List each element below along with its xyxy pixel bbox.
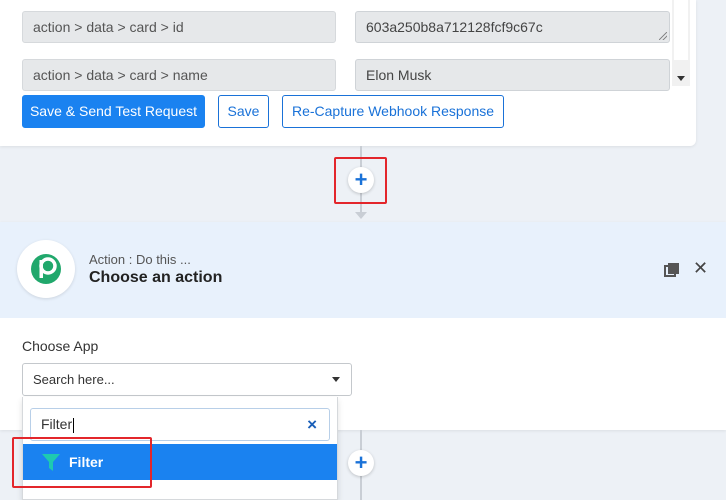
scrollbar[interactable] <box>672 0 690 86</box>
mapping-key: action > data > card > id <box>22 11 336 43</box>
dropdown-search-value: Filter <box>41 416 73 432</box>
highlight-box <box>334 157 387 204</box>
resize-handle-icon[interactable] <box>659 32 667 40</box>
mapping-value: Elon Musk <box>366 67 432 83</box>
action-header: Action : Do this ... Choose an action ✕ <box>0 222 726 318</box>
scroll-down-arrow-icon[interactable] <box>677 76 685 81</box>
clear-icon[interactable]: × <box>307 409 317 440</box>
text-cursor <box>73 417 75 433</box>
copy-icon[interactable] <box>664 262 680 278</box>
scrollbar-thumb[interactable] <box>674 0 688 60</box>
choose-app-label: Choose App <box>22 338 99 354</box>
add-step-plus-icon[interactable]: + <box>348 450 374 476</box>
highlight-box <box>12 437 152 488</box>
mapping-row: action > data > card > name Elon Musk <box>22 59 670 91</box>
mapping-value-field[interactable]: 603a250b8a712128fcf9c67c <box>355 11 670 43</box>
mapping-key: action > data > card > name <box>22 59 336 91</box>
pabbly-logo-icon <box>31 254 61 284</box>
chevron-down-icon <box>332 377 340 382</box>
recapture-webhook-button[interactable]: Re-Capture Webhook Response <box>282 95 504 128</box>
action-subtitle: Action : Do this ... <box>89 252 191 267</box>
close-icon[interactable]: ✕ <box>693 259 708 277</box>
app-logo <box>17 240 75 298</box>
action-title: Choose an action <box>89 269 223 286</box>
mapping-row: action > data > card > id 603a250b8a7121… <box>22 11 670 43</box>
save-send-test-button[interactable]: Save & Send Test Request <box>22 95 205 128</box>
mapping-value-field[interactable]: Elon Musk <box>355 59 670 91</box>
webhook-response-card: action > data > card > id 603a250b8a7121… <box>0 0 696 146</box>
choose-app-select[interactable]: Search here... <box>22 363 352 396</box>
select-placeholder: Search here... <box>33 372 115 387</box>
mapping-value: 603a250b8a712128fcf9c67c <box>366 19 543 35</box>
save-button[interactable]: Save <box>218 95 269 128</box>
arrow-down-icon <box>355 212 367 219</box>
